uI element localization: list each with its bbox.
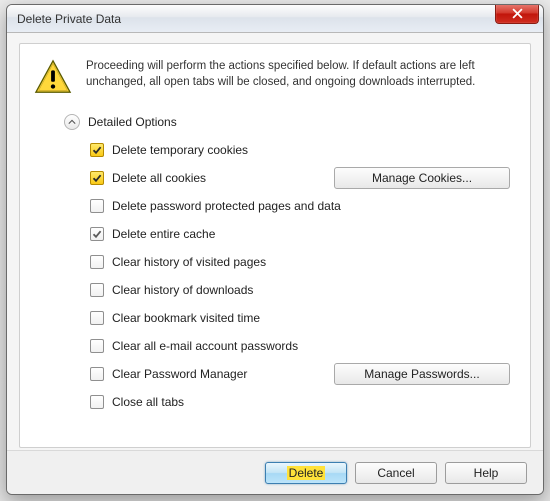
checkbox[interactable] xyxy=(90,339,104,353)
checkbox[interactable] xyxy=(90,199,104,213)
manage-passwords-button[interactable]: Manage Passwords... xyxy=(334,363,510,385)
detailed-options-label: Detailed Options xyxy=(88,115,177,129)
chevron-up-icon xyxy=(64,114,80,130)
dialog-body: Proceeding will perform the actions spec… xyxy=(19,43,531,448)
cancel-button-label: Cancel xyxy=(377,466,414,480)
option-row: Clear bookmark visited time xyxy=(90,304,510,332)
option-label: Clear all e-mail account passwords xyxy=(112,339,298,353)
option-row: Close all tabs xyxy=(90,388,510,416)
checkbox[interactable] xyxy=(90,255,104,269)
checkbox[interactable] xyxy=(90,171,104,185)
option-row: Delete temporary cookies xyxy=(90,136,510,164)
option-label: Clear bookmark visited time xyxy=(112,311,260,325)
check-icon xyxy=(92,145,102,155)
checkbox[interactable] xyxy=(90,367,104,381)
option-label: Clear history of downloads xyxy=(112,283,253,297)
check-icon xyxy=(92,229,102,239)
checkbox[interactable] xyxy=(90,227,104,241)
delete-private-data-dialog: Delete Private Data Proceeding will perf… xyxy=(6,4,544,495)
option-label: Delete all cookies xyxy=(112,171,206,185)
option-label: Delete password protected pages and data xyxy=(112,199,341,213)
option-row: Clear all e-mail account passwords xyxy=(90,332,510,360)
checkbox[interactable] xyxy=(90,143,104,157)
close-button[interactable] xyxy=(495,4,539,24)
help-button[interactable]: Help xyxy=(445,462,527,484)
checkbox[interactable] xyxy=(90,311,104,325)
checkbox[interactable] xyxy=(90,395,104,409)
option-label: Clear history of visited pages xyxy=(112,255,266,269)
warning-text: Proceeding will perform the actions spec… xyxy=(86,58,516,90)
cancel-button[interactable]: Cancel xyxy=(355,462,437,484)
dialog-footer: Delete Cancel Help xyxy=(7,450,543,494)
option-row: Delete password protected pages and data xyxy=(90,192,510,220)
warning-row: Proceeding will perform the actions spec… xyxy=(34,58,516,96)
option-label: Close all tabs xyxy=(112,395,184,409)
titlebar[interactable]: Delete Private Data xyxy=(7,5,543,33)
option-row: Delete all cookies Manage Cookies... xyxy=(90,164,510,192)
help-button-label: Help xyxy=(474,466,499,480)
option-label: Clear Password Manager xyxy=(112,367,247,381)
detailed-options-toggle[interactable]: Detailed Options xyxy=(64,114,516,130)
delete-button-label: Delete xyxy=(287,466,326,480)
option-row: Delete entire cache xyxy=(90,220,510,248)
manage-cookies-button[interactable]: Manage Cookies... xyxy=(334,167,510,189)
check-icon xyxy=(92,173,102,183)
warning-icon xyxy=(34,58,72,96)
close-icon xyxy=(512,8,523,19)
option-row: Clear history of downloads xyxy=(90,276,510,304)
option-row: Clear history of visited pages xyxy=(90,248,510,276)
window-title: Delete Private Data xyxy=(7,12,121,26)
checkbox[interactable] xyxy=(90,283,104,297)
options-list: Delete temporary cookies Delete all cooki… xyxy=(90,136,510,416)
option-label: Delete temporary cookies xyxy=(112,143,248,157)
option-row: Clear Password Manager Manage Passwords..… xyxy=(90,360,510,388)
option-label: Delete entire cache xyxy=(112,227,215,241)
delete-button[interactable]: Delete xyxy=(265,462,347,484)
